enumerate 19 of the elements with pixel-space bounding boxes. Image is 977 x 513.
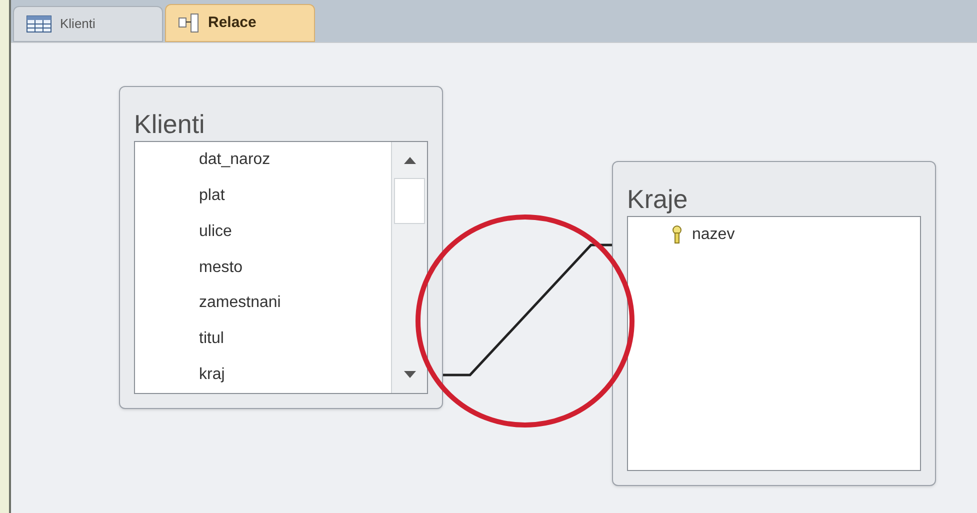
document-tab[interactable]: Klienti [13, 6, 163, 42]
field-name[interactable]: plat [199, 184, 225, 208]
table-title: Kraje [627, 183, 689, 216]
document-tab[interactable]: Relace [165, 4, 315, 42]
table-title: Klienti [134, 108, 206, 141]
field-name[interactable]: ulice [199, 220, 232, 244]
scroll-thumb[interactable] [394, 178, 425, 224]
field-name[interactable]: nazev [692, 223, 735, 247]
scrollbar[interactable] [391, 142, 427, 393]
field-name[interactable]: dat_naroz [199, 148, 270, 172]
field-name[interactable]: kraj [199, 363, 225, 388]
relationship-line[interactable] [443, 244, 612, 376]
relationship-icon [178, 12, 200, 34]
field-name[interactable]: zamestnani [199, 291, 281, 316]
table-icon [26, 15, 52, 33]
table-window[interactable]: Klienti dat_naroz plat ulice mesto zamestnani titul kraj [119, 86, 443, 409]
table-window[interactable]: Kraje nazev [612, 161, 936, 486]
field-name[interactable]: mesto [199, 256, 243, 280]
field-name[interactable]: titul [199, 327, 224, 352]
